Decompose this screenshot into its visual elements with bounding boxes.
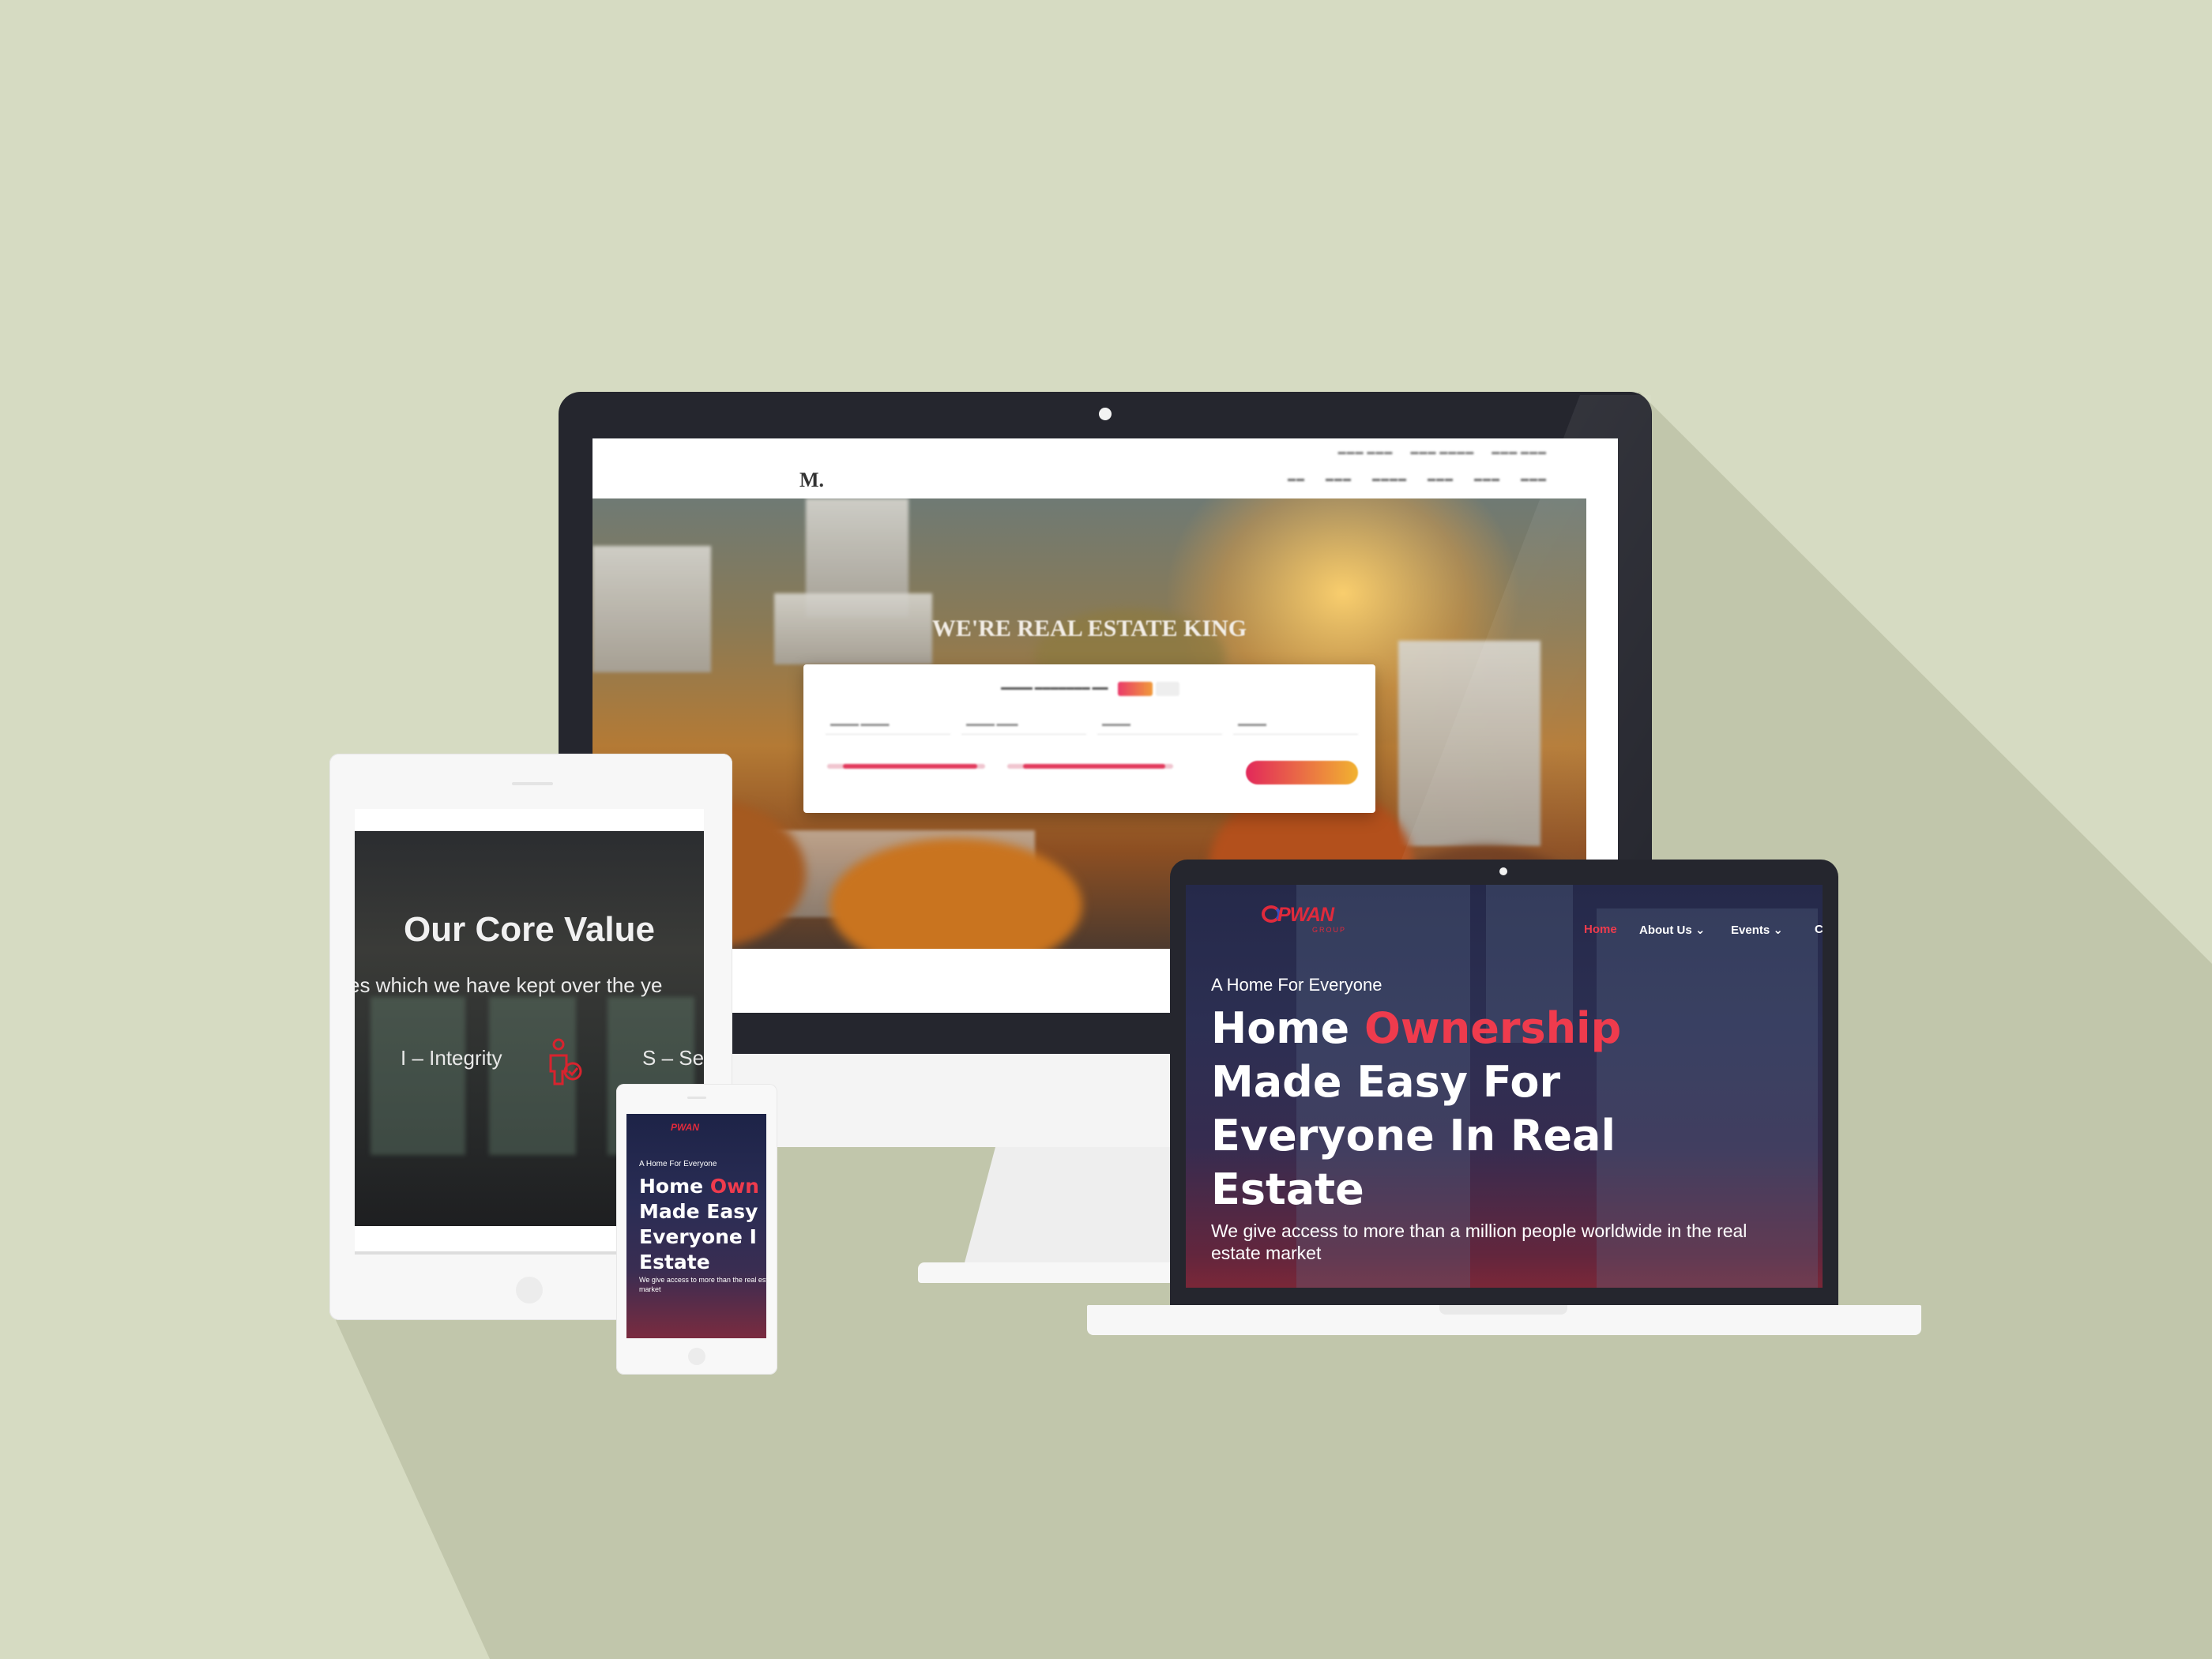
core-value-subtitle: es which we have kept over the ye (355, 973, 663, 997)
imac-top-links: ▬▬▬ ▬▬▬ ▬▬▬ ▬▬▬▬ ▬▬▬ ▬▬▬ (1338, 448, 1547, 457)
logo-subtext: GROUP (1312, 926, 1347, 934)
laptop-headline: Home Ownership Made Easy For Everyone In… (1211, 1002, 1621, 1217)
price-range-slider[interactable] (827, 764, 985, 769)
top-link[interactable]: ▬▬▬ ▬▬▬ (1338, 448, 1394, 457)
imac-main-nav: ▬▬ ▬▬▬ ▬▬▬▬ ▬▬▬ ▬▬▬ ▬▬▬ (1288, 475, 1547, 483)
nav-about-us[interactable]: About Us ⌄ (1639, 923, 1705, 937)
location-select[interactable]: ▬▬▬▬ ▬▬▬▬ (826, 713, 950, 735)
tablet-speaker (512, 782, 553, 785)
background-window (371, 997, 465, 1155)
building-image (592, 546, 711, 672)
search-toggle-buy[interactable] (1118, 682, 1153, 696)
imac-site-logo[interactable]: M. (799, 468, 824, 492)
headline-text: Home (1211, 1003, 1364, 1053)
headline-text: Estate (639, 1251, 710, 1273)
laptop-tagline: A Home For Everyone (1211, 975, 1382, 995)
phone-screen: PWAN A Home For Everyone Home Own Made E… (626, 1114, 766, 1338)
laptop-description: We give access to more than a million pe… (1211, 1221, 1747, 1263)
search-properties-button[interactable] (1246, 761, 1358, 784)
laptop-screen: PWAN GROUP Home About Us ⌄ Events ⌄ C A … (1186, 885, 1823, 1288)
nav-item[interactable]: ▬▬ (1288, 475, 1305, 483)
logo-text: PWAN (1277, 904, 1334, 926)
core-value-title: Our Core Value (404, 910, 655, 949)
nav-item[interactable]: ▬▬▬ (1521, 475, 1547, 483)
phone-site-logo[interactable]: PWAN (671, 1122, 699, 1133)
phone-tagline: A Home For Everyone (639, 1160, 717, 1168)
nav-item[interactable]: ▬▬▬ (1474, 475, 1500, 483)
headline-text: Home (639, 1175, 710, 1198)
top-link[interactable]: ▬▬▬ ▬▬▬▬ (1410, 448, 1474, 457)
headline-text: Estate (1211, 1164, 1364, 1214)
nav-events[interactable]: Events ⌄ (1731, 923, 1783, 937)
phone-home-button[interactable] (688, 1348, 705, 1365)
area-range-slider[interactable] (1007, 764, 1173, 769)
nav-item[interactable]: ▬▬▬ (1428, 475, 1454, 483)
search-label: ▬▬▬▬ ▬▬▬▬▬▬▬ ▬▬ (1001, 683, 1108, 692)
tablet-home-button[interactable] (516, 1277, 543, 1304)
nav-item[interactable]: ▬▬▬▬ (1372, 475, 1407, 483)
integrity-person-icon (549, 1038, 582, 1085)
nav-home[interactable]: Home (1584, 923, 1617, 936)
search-toggle-rent[interactable] (1156, 682, 1179, 696)
imac-hero-title: WE'RE REAL ESTATE KING (931, 615, 1247, 641)
laptop-site-logo[interactable]: PWAN GROUP (1262, 902, 1372, 934)
value-service: S – Se (642, 1046, 704, 1070)
value-integrity: I – Integrity (401, 1046, 502, 1070)
headline-text: Everyone In Real (1211, 1111, 1616, 1161)
phone-speaker (687, 1097, 706, 1099)
property-search-card: ▬▬▬▬ ▬▬▬▬▬▬▬ ▬▬ ▬▬▬▬ ▬▬▬▬ ▬▬▬▬ ▬▬▬ ▬▬▬▬ … (803, 664, 1375, 813)
building-image (1398, 641, 1540, 846)
tablet-site-header (355, 809, 704, 831)
headline-text: Made Easy For (1211, 1057, 1561, 1107)
imac-site-header: M. ▬▬▬ ▬▬▬ ▬▬▬ ▬▬▬▬ ▬▬▬ ▬▬▬ ▬▬ ▬▬▬ ▬▬▬▬ … (592, 438, 1586, 498)
nav-item[interactable]: ▬▬▬ (1326, 475, 1352, 483)
headline-highlight: Ownership (1364, 1003, 1622, 1053)
property-type-select[interactable]: ▬▬▬▬ ▬▬▬ (961, 713, 1086, 735)
phone-description: We give access to more than the real est… (639, 1276, 766, 1293)
bathrooms-select[interactable]: ▬▬▬▬ (1233, 713, 1358, 735)
laptop-camera (1499, 867, 1507, 875)
headline-highlight: Own (709, 1175, 759, 1198)
phone-headline: Home Own Made Easy Everyone I Estate (639, 1174, 759, 1275)
nav-more[interactable]: C (1815, 923, 1823, 936)
laptop-notch (1439, 1305, 1567, 1315)
top-link[interactable]: ▬▬▬ ▬▬▬ (1492, 448, 1547, 457)
imac-camera (1099, 408, 1112, 420)
headline-text: Everyone I (639, 1225, 757, 1248)
headline-text: Made Easy (639, 1200, 758, 1223)
bedrooms-select[interactable]: ▬▬▬▬ (1097, 713, 1222, 735)
